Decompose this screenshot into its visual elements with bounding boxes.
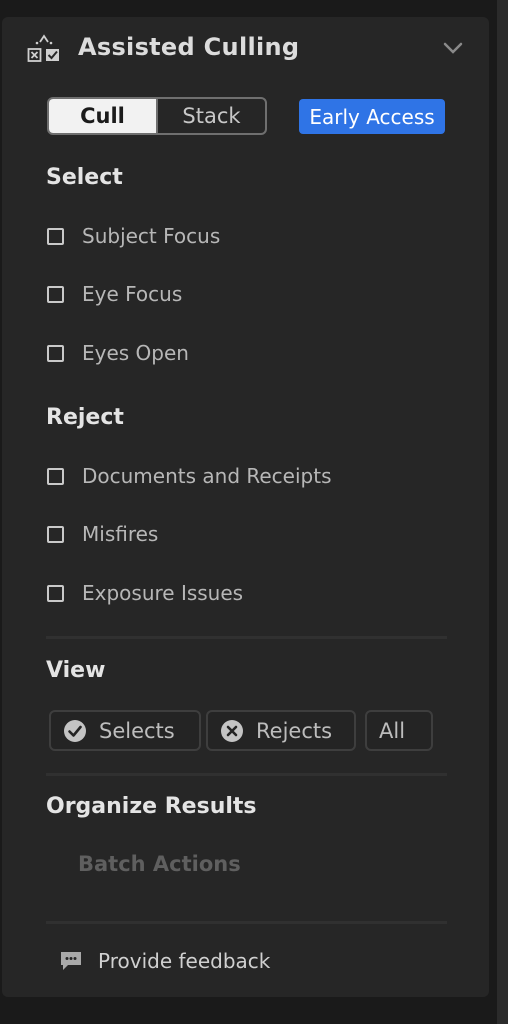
assisted-culling-panel: Assisted Culling Cull Stack Early Access… <box>2 17 489 997</box>
panel-title: Assisted Culling <box>78 33 300 61</box>
mode-cull-button[interactable]: Cull <box>49 99 158 133</box>
early-access-badge: Early Access <box>299 99 445 134</box>
mode-stack-button[interactable]: Stack <box>158 99 265 133</box>
checkbox-box[interactable] <box>47 525 64 543</box>
provide-feedback-link[interactable]: Provide feedback <box>58 949 270 973</box>
organize-section-title: Organize Results <box>46 794 257 819</box>
checkbox-label: Documents and Receipts <box>82 464 332 488</box>
x-circle-icon <box>221 719 243 742</box>
reject-section-title: Reject <box>46 405 124 430</box>
select-section-title: Select <box>46 165 123 190</box>
checkbox-box[interactable] <box>47 467 64 485</box>
checkbox-box[interactable] <box>47 584 64 602</box>
checkbox-box[interactable] <box>47 285 64 303</box>
checkbox-box[interactable] <box>47 344 64 362</box>
checkbox-subject-focus[interactable]: Subject Focus <box>46 221 220 251</box>
checkbox-label: Eyes Open <box>82 341 189 365</box>
view-button-label: All <box>379 718 406 743</box>
check-circle-icon <box>64 719 86 742</box>
assisted-culling-icon <box>27 34 59 62</box>
checkbox-eye-focus[interactable]: Eye Focus <box>46 279 182 309</box>
view-section-title: View <box>46 658 106 683</box>
checkbox-documents-receipts[interactable]: Documents and Receipts <box>46 461 332 491</box>
scrollbar-track[interactable] <box>497 0 508 1024</box>
panel-header[interactable]: Assisted Culling <box>2 17 489 85</box>
checkbox-label: Subject Focus <box>82 224 221 248</box>
checkbox-label: Exposure Issues <box>82 581 244 605</box>
view-selects-button[interactable]: Selects <box>49 710 201 751</box>
checkbox-label: Misfires <box>82 522 159 546</box>
divider <box>46 921 447 924</box>
view-rejects-button[interactable]: Rejects <box>206 710 356 751</box>
checkbox-label: Eye Focus <box>82 282 183 306</box>
checkbox-misfires[interactable]: Misfires <box>46 519 158 549</box>
feedback-label: Provide feedback <box>98 949 271 973</box>
mode-toggle: Cull Stack <box>47 97 267 135</box>
view-button-label: Rejects <box>256 718 333 743</box>
checkbox-eyes-open[interactable]: Eyes Open <box>46 338 189 368</box>
view-button-label: Selects <box>99 718 175 743</box>
chevron-down-icon[interactable] <box>442 40 464 56</box>
divider <box>46 636 447 639</box>
divider <box>46 773 447 776</box>
batch-actions-button[interactable]: Batch Actions <box>78 852 241 876</box>
checkbox-exposure-issues[interactable]: Exposure Issues <box>46 578 243 608</box>
checkbox-box[interactable] <box>47 227 64 245</box>
comment-icon <box>61 952 81 970</box>
view-all-button[interactable]: All <box>365 710 433 751</box>
